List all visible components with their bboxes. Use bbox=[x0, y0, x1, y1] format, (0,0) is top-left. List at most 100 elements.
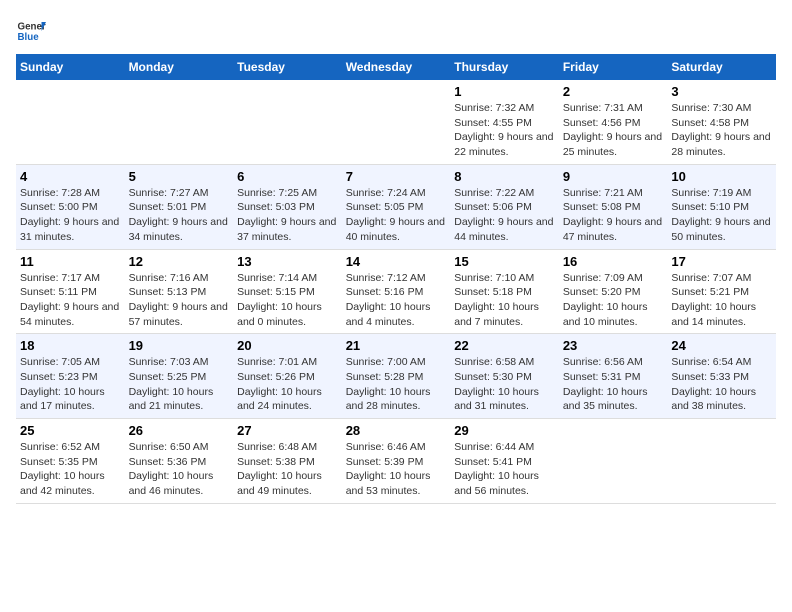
day-number: 22 bbox=[454, 338, 555, 353]
calendar-cell: 19Sunrise: 7:03 AM Sunset: 5:25 PM Dayli… bbox=[125, 334, 234, 419]
calendar-cell: 12 Sunrise: 7:16 AM Sunset: 5:13 PM Dayli… bbox=[125, 249, 234, 334]
day-number: 16 bbox=[563, 254, 664, 269]
header-day-thursday: Thursday bbox=[450, 54, 559, 80]
day-info: Sunrise: 7:05 AM Sunset: 5:23 PM Dayligh… bbox=[20, 355, 121, 414]
day-info: Sunrise: 7:30 AM Sunset: 4:58 PM Dayligh… bbox=[671, 101, 772, 160]
day-number: 6 bbox=[237, 169, 338, 184]
calendar-cell: 15Sunrise: 7:10 AM Sunset: 5:18 PM Dayli… bbox=[450, 249, 559, 334]
calendar-week-1: 1 Sunrise: 7:32 AM Sunset: 4:55 PM Daylig… bbox=[16, 80, 776, 164]
day-info: Sunrise: 7:07 AM Sunset: 5:21 PM Dayligh… bbox=[671, 271, 772, 330]
calendar-cell: 4 Sunrise: 7:28 AM Sunset: 5:00 PM Daylig… bbox=[16, 164, 125, 249]
day-info: Sunrise: 7:12 AM Sunset: 5:16 PM Dayligh… bbox=[346, 271, 447, 330]
day-info: Sunrise: 7:17 AM Sunset: 5:11 PM Dayligh… bbox=[20, 271, 121, 330]
day-number: 10 bbox=[671, 169, 772, 184]
calendar-cell bbox=[233, 80, 342, 164]
header-day-sunday: Sunday bbox=[16, 54, 125, 80]
day-number: 25 bbox=[20, 423, 121, 438]
calendar-cell: 28 Sunrise: 6:46 AM Sunset: 5:39 PM Dayli… bbox=[342, 419, 451, 504]
calendar-week-5: 25 Sunrise: 6:52 AM Sunset: 5:35 PM Dayli… bbox=[16, 419, 776, 504]
header-day-friday: Friday bbox=[559, 54, 668, 80]
calendar-cell: 23Sunrise: 6:56 AM Sunset: 5:31 PM Dayli… bbox=[559, 334, 668, 419]
day-number: 9 bbox=[563, 169, 664, 184]
day-info: Sunrise: 7:16 AM Sunset: 5:13 PM Dayligh… bbox=[129, 271, 230, 330]
day-number: 4 bbox=[20, 169, 121, 184]
calendar-cell: 13Sunrise: 7:14 AM Sunset: 5:15 PM Dayli… bbox=[233, 249, 342, 334]
day-info: Sunrise: 7:27 AM Sunset: 5:01 PM Dayligh… bbox=[129, 186, 230, 245]
calendar-cell: 27 Sunrise: 6:48 AM Sunset: 5:38 PM Dayli… bbox=[233, 419, 342, 504]
day-number: 5 bbox=[129, 169, 230, 184]
day-number: 17 bbox=[671, 254, 772, 269]
calendar-cell: 29 Sunrise: 6:44 AM Sunset: 5:41 PM Dayli… bbox=[450, 419, 559, 504]
calendar-week-4: 18 Sunrise: 7:05 AM Sunset: 5:23 PM Dayli… bbox=[16, 334, 776, 419]
header-day-tuesday: Tuesday bbox=[233, 54, 342, 80]
day-number: 23 bbox=[563, 338, 664, 353]
calendar-cell: 26 Sunrise: 6:50 AM Sunset: 5:36 PM Dayli… bbox=[125, 419, 234, 504]
day-number: 21 bbox=[346, 338, 447, 353]
calendar-week-2: 4 Sunrise: 7:28 AM Sunset: 5:00 PM Daylig… bbox=[16, 164, 776, 249]
day-info: Sunrise: 7:21 AM Sunset: 5:08 PM Dayligh… bbox=[563, 186, 664, 245]
calendar-header: SundayMondayTuesdayWednesdayThursdayFrid… bbox=[16, 54, 776, 80]
logo-icon: General Blue bbox=[16, 16, 46, 46]
day-info: Sunrise: 7:22 AM Sunset: 5:06 PM Dayligh… bbox=[454, 186, 555, 245]
calendar-cell: 8 Sunrise: 7:22 AM Sunset: 5:06 PM Daylig… bbox=[450, 164, 559, 249]
calendar-cell bbox=[342, 80, 451, 164]
day-info: Sunrise: 7:28 AM Sunset: 5:00 PM Dayligh… bbox=[20, 186, 121, 245]
calendar-cell: 21 Sunrise: 7:00 AM Sunset: 5:28 PM Dayli… bbox=[342, 334, 451, 419]
calendar-cell bbox=[667, 419, 776, 504]
header-day-wednesday: Wednesday bbox=[342, 54, 451, 80]
day-info: Sunrise: 7:09 AM Sunset: 5:20 PM Dayligh… bbox=[563, 271, 664, 330]
calendar-cell: 17 Sunrise: 7:07 AM Sunset: 5:21 PM Dayli… bbox=[667, 249, 776, 334]
calendar-cell: 6 Sunrise: 7:25 AM Sunset: 5:03 PM Daylig… bbox=[233, 164, 342, 249]
day-info: Sunrise: 7:19 AM Sunset: 5:10 PM Dayligh… bbox=[671, 186, 772, 245]
calendar-cell: 9 Sunrise: 7:21 AM Sunset: 5:08 PM Daylig… bbox=[559, 164, 668, 249]
day-info: Sunrise: 6:50 AM Sunset: 5:36 PM Dayligh… bbox=[129, 440, 230, 499]
day-number: 29 bbox=[454, 423, 555, 438]
header-day-saturday: Saturday bbox=[667, 54, 776, 80]
calendar-cell: 10 Sunrise: 7:19 AM Sunset: 5:10 PM Dayli… bbox=[667, 164, 776, 249]
calendar-cell: 20 Sunrise: 7:01 AM Sunset: 5:26 PM Dayli… bbox=[233, 334, 342, 419]
day-number: 12 bbox=[129, 254, 230, 269]
day-info: Sunrise: 6:44 AM Sunset: 5:41 PM Dayligh… bbox=[454, 440, 555, 499]
calendar-cell: 22Sunrise: 6:58 AM Sunset: 5:30 PM Dayli… bbox=[450, 334, 559, 419]
day-info: Sunrise: 7:31 AM Sunset: 4:56 PM Dayligh… bbox=[563, 101, 664, 160]
day-number: 1 bbox=[454, 84, 555, 99]
svg-text:Blue: Blue bbox=[18, 32, 40, 43]
calendar-cell: 5 Sunrise: 7:27 AM Sunset: 5:01 PM Daylig… bbox=[125, 164, 234, 249]
day-info: Sunrise: 6:48 AM Sunset: 5:38 PM Dayligh… bbox=[237, 440, 338, 499]
day-number: 8 bbox=[454, 169, 555, 184]
day-info: Sunrise: 7:32 AM Sunset: 4:55 PM Dayligh… bbox=[454, 101, 555, 160]
day-info: Sunrise: 7:03 AM Sunset: 5:25 PM Dayligh… bbox=[129, 355, 230, 414]
calendar-cell: 7 Sunrise: 7:24 AM Sunset: 5:05 PM Daylig… bbox=[342, 164, 451, 249]
header-row: SundayMondayTuesdayWednesdayThursdayFrid… bbox=[16, 54, 776, 80]
calendar-body: 1 Sunrise: 7:32 AM Sunset: 4:55 PM Daylig… bbox=[16, 80, 776, 503]
day-info: Sunrise: 7:24 AM Sunset: 5:05 PM Dayligh… bbox=[346, 186, 447, 245]
calendar-week-3: 11 Sunrise: 7:17 AM Sunset: 5:11 PM Dayli… bbox=[16, 249, 776, 334]
day-number: 26 bbox=[129, 423, 230, 438]
day-info: Sunrise: 7:01 AM Sunset: 5:26 PM Dayligh… bbox=[237, 355, 338, 414]
calendar-cell: 3 Sunrise: 7:30 AM Sunset: 4:58 PM Daylig… bbox=[667, 80, 776, 164]
day-number: 3 bbox=[671, 84, 772, 99]
day-number: 24 bbox=[671, 338, 772, 353]
calendar-cell bbox=[125, 80, 234, 164]
day-number: 2 bbox=[563, 84, 664, 99]
calendar-cell: 24 Sunrise: 6:54 AM Sunset: 5:33 PM Dayli… bbox=[667, 334, 776, 419]
day-info: Sunrise: 7:10 AM Sunset: 5:18 PM Dayligh… bbox=[454, 271, 555, 330]
day-number: 27 bbox=[237, 423, 338, 438]
day-number: 11 bbox=[20, 254, 121, 269]
calendar-cell: 25 Sunrise: 6:52 AM Sunset: 5:35 PM Dayli… bbox=[16, 419, 125, 504]
logo: General Blue bbox=[16, 16, 46, 46]
day-number: 28 bbox=[346, 423, 447, 438]
calendar-cell: 1 Sunrise: 7:32 AM Sunset: 4:55 PM Daylig… bbox=[450, 80, 559, 164]
day-info: Sunrise: 6:46 AM Sunset: 5:39 PM Dayligh… bbox=[346, 440, 447, 499]
calendar-table: SundayMondayTuesdayWednesdayThursdayFrid… bbox=[16, 54, 776, 504]
day-info: Sunrise: 7:00 AM Sunset: 5:28 PM Dayligh… bbox=[346, 355, 447, 414]
calendar-cell: 18 Sunrise: 7:05 AM Sunset: 5:23 PM Dayli… bbox=[16, 334, 125, 419]
day-number: 7 bbox=[346, 169, 447, 184]
calendar-cell bbox=[16, 80, 125, 164]
day-number: 18 bbox=[20, 338, 121, 353]
day-info: Sunrise: 6:54 AM Sunset: 5:33 PM Dayligh… bbox=[671, 355, 772, 414]
day-info: Sunrise: 6:52 AM Sunset: 5:35 PM Dayligh… bbox=[20, 440, 121, 499]
day-info: Sunrise: 7:25 AM Sunset: 5:03 PM Dayligh… bbox=[237, 186, 338, 245]
day-number: 20 bbox=[237, 338, 338, 353]
calendar-cell: 14Sunrise: 7:12 AM Sunset: 5:16 PM Dayli… bbox=[342, 249, 451, 334]
